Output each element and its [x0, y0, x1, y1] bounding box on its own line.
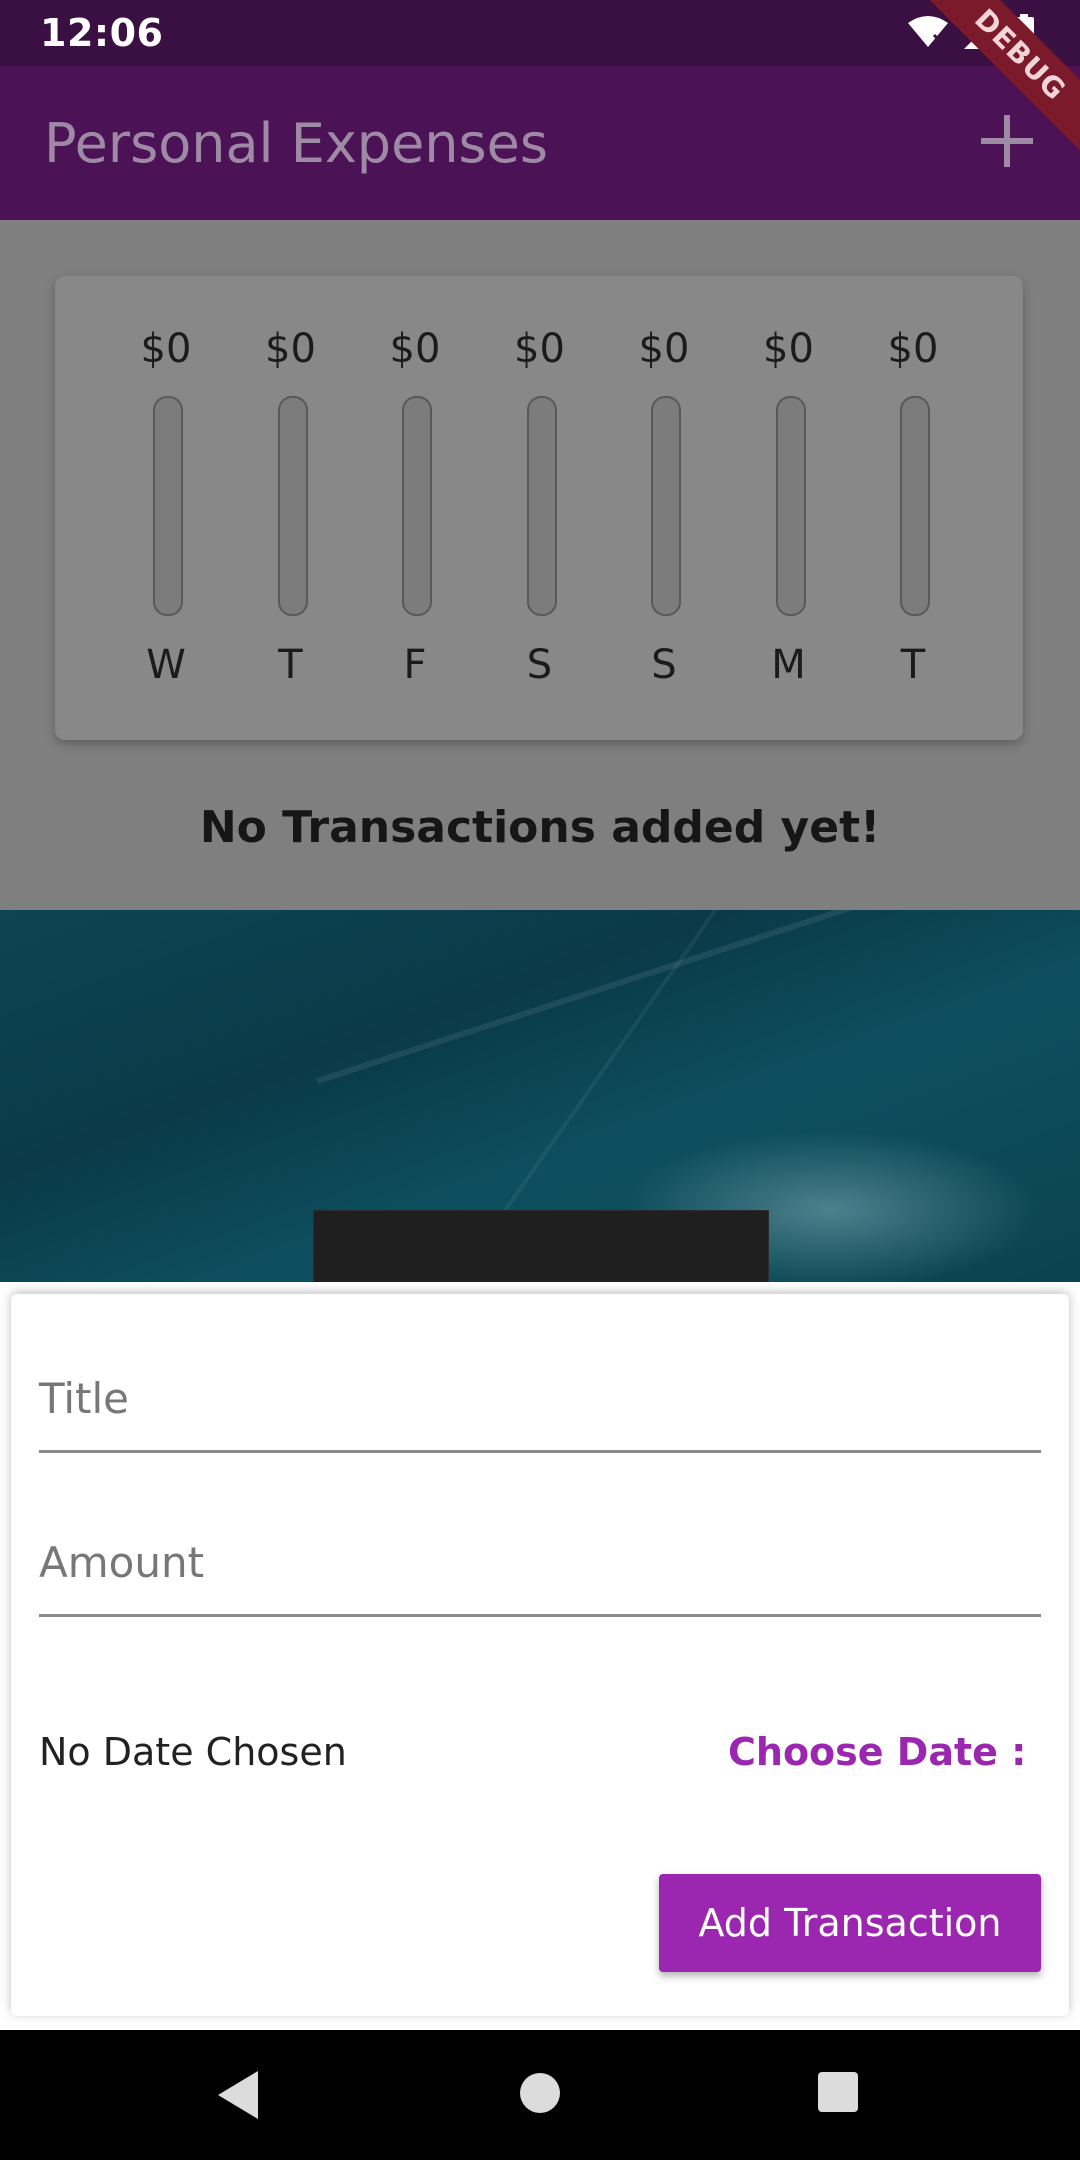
bar-amount-label: $0: [389, 326, 441, 372]
new-transaction-sheet: Title Amount No Date Chosen Choose Date …: [11, 1294, 1069, 2016]
bar-track: [277, 396, 308, 616]
bar-track: [775, 396, 806, 616]
bar-amount-label: $0: [514, 326, 565, 372]
amount-placeholder: Amount: [39, 1538, 205, 1587]
back-icon[interactable]: [218, 2071, 258, 2119]
bar-day-label: M: [771, 642, 806, 688]
date-status: No Date Chosen: [39, 1730, 347, 1774]
bar-day-label: S: [526, 642, 553, 688]
image-streak: [316, 910, 984, 1085]
recents-icon[interactable]: [818, 2072, 858, 2112]
bar-amount-label: $0: [638, 326, 690, 372]
bar-track: [402, 396, 432, 616]
amount-field[interactable]: Amount: [39, 1522, 1041, 1617]
bar-track: [651, 396, 681, 616]
home-icon[interactable]: [520, 2073, 560, 2113]
plus-icon[interactable]: [976, 110, 1038, 172]
status-time: 12:06: [40, 11, 164, 55]
add-transaction-button[interactable]: Add Transaction: [659, 1874, 1041, 1972]
app-title: Personal Expenses: [44, 111, 549, 175]
choose-date-button[interactable]: Choose Date :: [728, 1730, 1026, 1774]
bar-amount-label: $0: [265, 326, 316, 372]
title-placeholder: Title: [39, 1374, 130, 1423]
bar-amount-label: $0: [763, 326, 814, 372]
status-bar: 12:06: [0, 0, 1080, 66]
bar-day-label: S: [651, 642, 677, 688]
wifi-icon: [908, 16, 948, 47]
bar-track: [900, 396, 930, 616]
bar-day-label: T: [900, 642, 926, 688]
bar-track: [526, 396, 557, 616]
bar-track: [153, 396, 183, 616]
bar-day-label: W: [146, 642, 186, 688]
bar-amount-label: $0: [887, 326, 939, 372]
bar-amount-label: $0: [140, 326, 192, 372]
app-bar: Personal Expenses: [0, 66, 1080, 220]
bar-day-label: T: [278, 642, 303, 688]
title-field[interactable]: Title: [39, 1358, 1041, 1453]
main-content: $0 W $0 T $0 F $0 S $0 S $0 M $0 T No Transactions ad…: [0, 220, 1080, 910]
background-image: [0, 910, 1080, 1282]
weekly-chart-card: $0 W $0 T $0 F $0 S $0 S $0 M $0 T: [55, 276, 1023, 740]
navigation-bar: [0, 2030, 1080, 2160]
empty-state-message: No Transactions added yet!: [199, 802, 881, 853]
image-box: [313, 1210, 769, 1282]
bar-day-label: F: [403, 642, 427, 688]
